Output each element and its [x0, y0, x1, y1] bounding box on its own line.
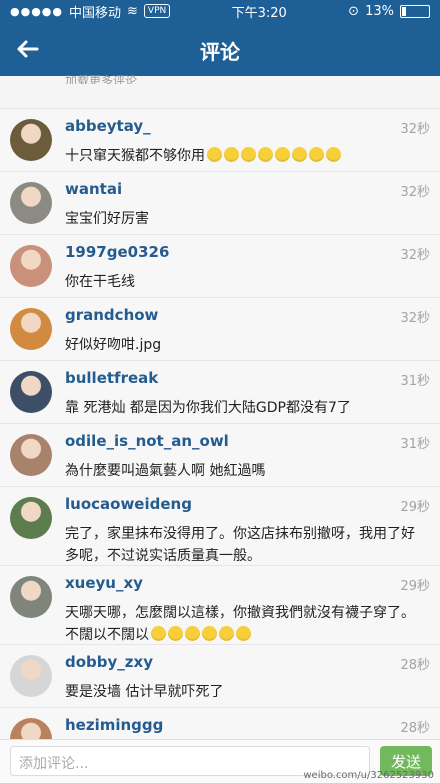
page-title: 评论 — [200, 40, 240, 64]
comment-text: 宝宝们好厉害 — [65, 208, 426, 230]
comment-text-body: 為什麼要叫過氣藝人啊 她紅過嗎 — [65, 463, 266, 479]
comment-text-body: 十只窜天猴都不够你用 — [65, 148, 205, 164]
comment-text-body: 你在干毛线 — [65, 274, 135, 290]
comment-row[interactable]: dobby_zxy 28秒要是没墙 估计早就吓死了 — [0, 644, 440, 707]
comment-username[interactable]: odile_is_not_an_owl — [65, 432, 229, 450]
avatar[interactable] — [10, 434, 52, 476]
comment-text-body: 好似好吻咁.jpg — [65, 337, 162, 353]
emoji-icon — [292, 147, 307, 162]
comment-username[interactable]: grandchow — [65, 306, 158, 324]
emoji-icon — [151, 626, 166, 641]
comment-time: 32秒 — [400, 185, 430, 200]
comment-time: 32秒 — [400, 248, 430, 263]
comment-text: 好似好吻咁.jpg — [65, 334, 426, 356]
carrier-label: 中国移动 — [69, 5, 122, 21]
avatar[interactable] — [10, 576, 52, 618]
emoji-icon — [207, 147, 222, 162]
comment-text: 要是没墙 估计早就吓死了 — [65, 681, 426, 703]
comment-row[interactable]: abbeytay_ 32秒十只窜天猴都不够你用 — [0, 108, 440, 171]
watermark: weibo.com/u/3262523930 — [303, 770, 434, 781]
comment-time: 32秒 — [400, 311, 430, 326]
avatar[interactable] — [10, 119, 52, 161]
battery-icon — [399, 4, 430, 18]
comment-time: 29秒 — [400, 500, 430, 515]
comment-text: 靠 死港灿 都是因为你我们大陆GDP都没有7了 — [65, 397, 426, 419]
emoji-icon — [202, 626, 217, 641]
comment-row[interactable]: bulletfreak 31秒靠 死港灿 都是因为你我们大陆GDP都没有7了 — [0, 360, 440, 423]
avatar[interactable] — [10, 655, 52, 697]
avatar[interactable] — [10, 245, 52, 287]
comment-row[interactable]: xueyu_xy 29秒天哪天哪，怎麼闊以這樣，你撤資我們就沒有襪子穿了。不闊以不… — [0, 565, 440, 644]
avatar[interactable] — [10, 308, 52, 350]
emoji-icon — [168, 626, 183, 641]
avatar[interactable] — [10, 497, 52, 539]
emoji-icon — [185, 626, 200, 641]
comment-row[interactable]: wantai 32秒宝宝们好厉害 — [0, 171, 440, 234]
comment-text-body: 完了，家里抹布没得用了。你这店抹布别撤呀，我用了好多呢，不过说实话质量真一般。 — [65, 526, 415, 564]
comment-text: 十只窜天猴都不够你用 — [65, 145, 426, 167]
comment-input-bar: 添加评论... 发送 weibo.com/u/3262523930 — [0, 739, 440, 783]
avatar[interactable] — [10, 371, 52, 413]
nav-bar: 评论 — [0, 22, 440, 76]
emoji-icon — [236, 626, 251, 641]
comment-time: 28秒 — [400, 721, 430, 736]
comment-list: abbeytay_ 32秒 十只窜天猴都不够你用 wantai 32秒 宝宝们好厉害 199… — [0, 108, 440, 770]
lock-rotation-icon: ⊙ — [348, 3, 360, 19]
comment-username[interactable]: 1997ge0326 — [65, 243, 169, 261]
comment-text: 你在干毛线 — [65, 271, 426, 293]
comment-username[interactable]: xueyu_xy — [65, 574, 143, 592]
comment-text: 天哪天哪，怎麼闊以這樣，你撤資我們就沒有襪子穿了。不闊以不闊以 — [65, 602, 426, 646]
battery-percent: 13% — [365, 3, 394, 19]
comment-text-body: 宝宝们好厉害 — [65, 211, 149, 227]
comment-username[interactable]: bulletfreak — [65, 369, 158, 387]
emoji-icon — [258, 147, 273, 162]
comment-row[interactable]: odile_is_not_an_owl 31秒為什麼要叫過氣藝人啊 她紅過嗎 — [0, 423, 440, 486]
comment-username[interactable]: wantai — [65, 180, 122, 198]
vpn-badge: VPN — [143, 4, 171, 18]
comment-time: 31秒 — [400, 374, 430, 389]
comment-text: 為什麼要叫過氣藝人啊 她紅過嗎 — [65, 460, 426, 482]
emoji-icon — [326, 147, 341, 162]
comment-time: 29秒 — [400, 579, 430, 594]
emoji-icon — [219, 626, 234, 641]
comment-username[interactable]: heziminggg — [65, 716, 163, 734]
comment-username[interactable]: abbeytay_ — [65, 117, 151, 135]
status-bar: ●●●●● 中国移动 ≋ VPN 下午3:20 ⊙ 13% — [0, 0, 440, 22]
comment-username[interactable]: dobby_zxy — [65, 653, 153, 671]
comment-time: 31秒 — [400, 437, 430, 452]
emoji-icon — [309, 147, 324, 162]
comment-time: 32秒 — [400, 122, 430, 137]
emoji-icon — [241, 147, 256, 162]
comment-row[interactable]: luocaoweideng 29秒完了，家里抹布没得用了。你这店抹布别撤呀，我用了… — [0, 486, 440, 565]
comment-text-body: 靠 死港灿 都是因为你我们大陆GDP都没有7了 — [65, 400, 351, 416]
comment-text-body: 要是没墙 估计早就吓死了 — [65, 684, 224, 700]
comment-username[interactable]: luocaoweideng — [65, 495, 192, 513]
wifi-icon: ≋ — [127, 3, 138, 19]
avatar[interactable] — [10, 182, 52, 224]
comment-text: 完了，家里抹布没得用了。你这店抹布别撤呀，我用了好多呢，不过说实话质量真一般。 — [65, 523, 426, 567]
signal-icon: ●●●●● — [10, 4, 63, 18]
emoji-icon — [275, 147, 290, 162]
comment-row[interactable]: grandchow 32秒好似好吻咁.jpg — [0, 297, 440, 360]
status-time: 下午3:20 — [231, 5, 287, 21]
emoji-icon — [224, 147, 239, 162]
comment-time: 28秒 — [400, 658, 430, 673]
load-more-comments[interactable]: 加载更多评论 — [65, 72, 137, 84]
comment-row[interactable]: 1997ge0326 32秒你在干毛线 — [0, 234, 440, 297]
